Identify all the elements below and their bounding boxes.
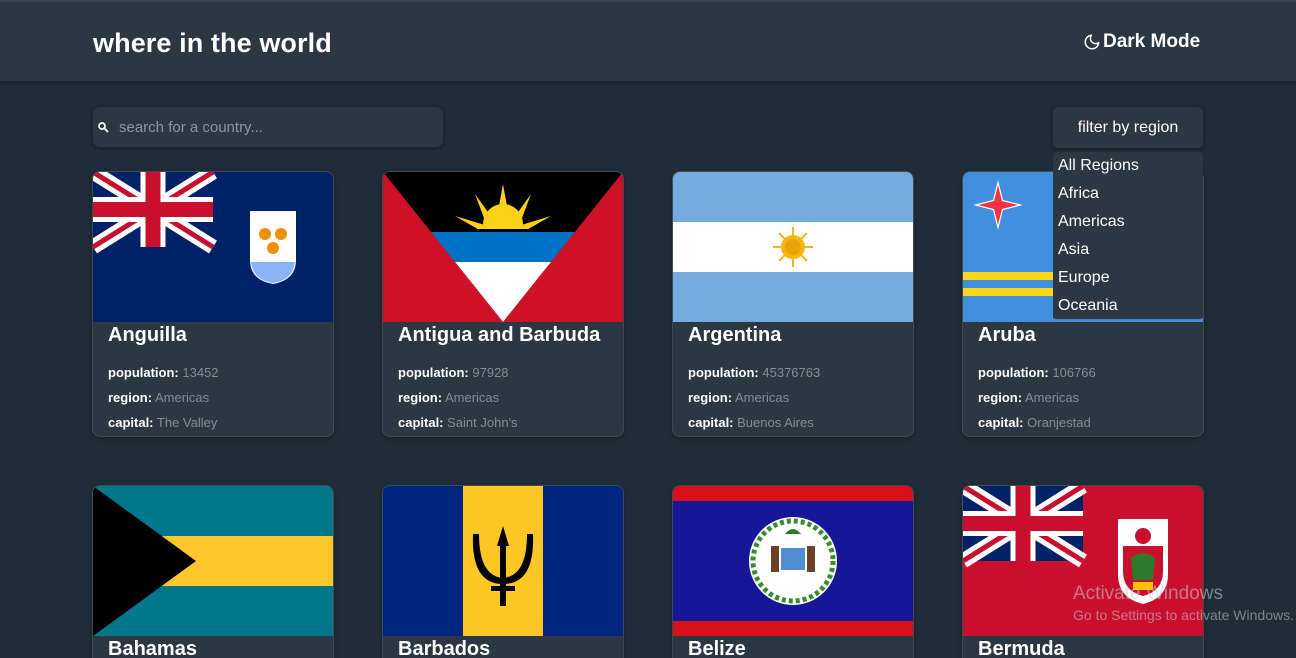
population-row: population: 45376763: [688, 365, 821, 380]
capital-value: Oranjestad: [1027, 415, 1091, 430]
country-card[interactable]: Anguilla population: 13452 region: Ameri…: [92, 171, 334, 437]
moon-icon: [1084, 34, 1100, 50]
region-value: Americas: [734, 390, 790, 405]
bahamas-flag: [93, 486, 333, 636]
capital-row: capital: Buenos Aires: [688, 415, 814, 430]
population-value: 97928: [472, 365, 509, 380]
region-value: Americas: [444, 390, 500, 405]
population-value: 45376763: [762, 365, 821, 380]
country-name: Aruba: [978, 324, 1036, 346]
region-row: region: Americas: [688, 390, 790, 405]
filter-by-region-button[interactable]: filter by region: [1052, 106, 1204, 149]
country-card[interactable]: Bahamas: [92, 485, 334, 658]
bermuda-flag: [963, 486, 1203, 636]
country-card[interactable]: Barbados: [382, 485, 624, 658]
population-row: population: 106766: [978, 365, 1096, 380]
region-option-oceania[interactable]: Oceania: [1053, 296, 1203, 324]
country-card[interactable]: Antigua and Barbuda population: 97928 re…: [382, 171, 624, 437]
search-input[interactable]: [119, 118, 419, 136]
country-name: Anguilla: [108, 324, 187, 346]
barbados-flag: [383, 486, 623, 636]
app-title: where in the world: [93, 28, 332, 58]
region-option-americas[interactable]: Americas: [1053, 212, 1203, 240]
argentina-flag: [673, 172, 913, 322]
country-name: Barbados: [398, 638, 491, 658]
region-option-asia[interactable]: Asia: [1053, 240, 1203, 268]
antigua-and-barbuda-flag: [383, 172, 623, 322]
region-value: Americas: [154, 390, 210, 405]
population-row: population: 13452: [108, 365, 219, 380]
capital-row: capital: The Valley: [108, 415, 218, 430]
region-option-europe[interactable]: Europe: [1053, 268, 1203, 296]
search-icon: [98, 122, 109, 133]
population-value: 106766: [1052, 365, 1096, 380]
region-option-africa[interactable]: Africa: [1053, 184, 1203, 212]
capital-row: capital: Oranjestad: [978, 415, 1091, 430]
belize-flag: [673, 486, 913, 636]
capital-value: The Valley: [156, 415, 218, 430]
region-value: Americas: [1024, 390, 1080, 405]
country-card[interactable]: Belize: [672, 485, 914, 658]
region-row: region: Americas: [398, 390, 500, 405]
country-name: Bahamas: [108, 638, 197, 658]
dark-mode-toggle[interactable]: Dark Mode: [1083, 31, 1200, 53]
anguilla-flag: [93, 172, 333, 322]
search-box[interactable]: [92, 106, 444, 148]
region-row: region: Americas: [108, 390, 210, 405]
app-header: where in the world Dark Mode: [0, 2, 1296, 81]
region-dropdown: All Regions Africa Americas Asia Europe …: [1053, 152, 1203, 321]
country-name: Antigua and Barbuda: [398, 324, 601, 346]
population-row: population: 97928: [398, 365, 509, 380]
country-card[interactable]: Argentina population: 45376763 region: A…: [672, 171, 914, 437]
region-option-all[interactable]: All Regions: [1053, 156, 1203, 184]
country-name: Belize: [688, 638, 746, 658]
capital-value: Buenos Aires: [737, 415, 814, 430]
population-value: 13452: [182, 365, 219, 380]
country-card[interactable]: Bermuda: [962, 485, 1204, 658]
region-row: region: Americas: [978, 390, 1080, 405]
capital-value: Saint John's: [447, 415, 518, 430]
country-name: Argentina: [688, 324, 782, 346]
country-name: Bermuda: [978, 638, 1065, 658]
capital-row: capital: Saint John's: [398, 415, 518, 430]
dark-mode-label: Dark Mode: [1103, 31, 1201, 52]
